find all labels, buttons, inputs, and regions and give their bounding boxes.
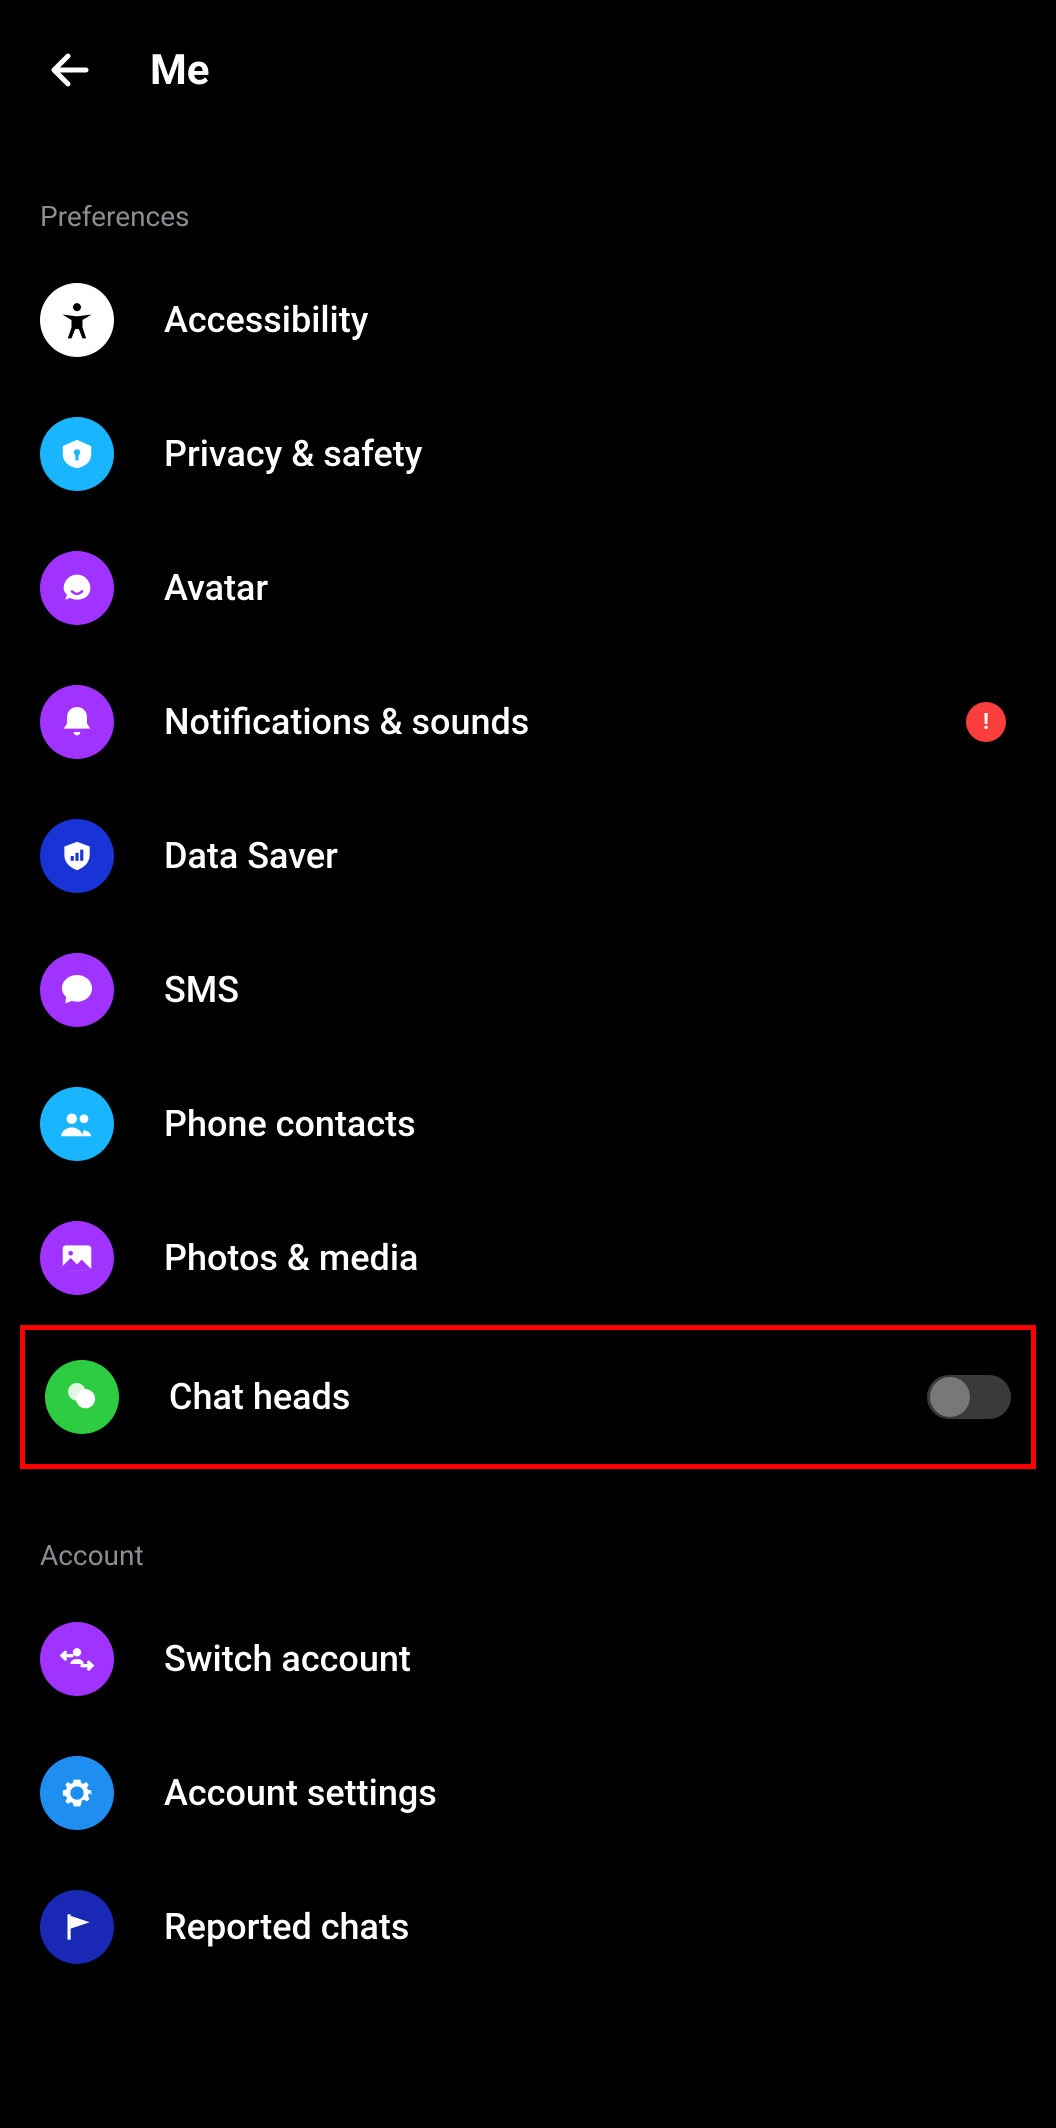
row-sms[interactable]: SMS [0, 923, 1056, 1057]
arrow-left-icon [46, 46, 94, 94]
row-label: Account settings [164, 1772, 1016, 1814]
row-reported-chats[interactable]: Reported chats [0, 1860, 1056, 1994]
header: Me [0, 0, 1056, 130]
toggle-knob [930, 1377, 970, 1417]
row-switch-account[interactable]: Switch account [0, 1592, 1056, 1726]
image-icon [40, 1221, 114, 1295]
row-label: Data Saver [164, 835, 1016, 877]
row-label: SMS [164, 969, 1016, 1011]
back-button[interactable] [40, 40, 100, 100]
shield-icon [40, 819, 114, 893]
flag-icon [40, 1890, 114, 1964]
row-label: Photos & media [164, 1237, 1016, 1279]
bell-icon [40, 685, 114, 759]
chat-heads-toggle[interactable] [927, 1375, 1011, 1419]
row-label: Notifications & sounds [164, 701, 966, 743]
highlight-chat-heads: Chat heads [20, 1325, 1036, 1469]
row-account-settings[interactable]: Account settings [0, 1726, 1056, 1860]
avatar-icon [40, 551, 114, 625]
alert-badge: ! [966, 702, 1006, 742]
row-label: Chat heads [169, 1376, 927, 1418]
switch-account-icon [40, 1622, 114, 1696]
privacy-icon [40, 417, 114, 491]
gear-icon [40, 1756, 114, 1830]
people-icon [40, 1087, 114, 1161]
section-header-account: Account [0, 1469, 1056, 1592]
row-label: Phone contacts [164, 1103, 1016, 1145]
row-accessibility[interactable]: Accessibility [0, 253, 1056, 387]
accessibility-icon [40, 283, 114, 357]
chat-bubble-icon [40, 953, 114, 1027]
section-header-preferences: Preferences [0, 130, 1056, 253]
row-avatar[interactable]: Avatar [0, 521, 1056, 655]
row-privacy[interactable]: Privacy & safety [0, 387, 1056, 521]
row-photos-media[interactable]: Photos & media [0, 1191, 1056, 1325]
row-phone-contacts[interactable]: Phone contacts [0, 1057, 1056, 1191]
chat-heads-icon [45, 1360, 119, 1434]
row-chat-heads[interactable]: Chat heads [45, 1330, 1011, 1464]
row-label: Accessibility [164, 299, 1016, 341]
row-label: Privacy & safety [164, 433, 1016, 475]
row-notifications[interactable]: Notifications & sounds ! [0, 655, 1056, 789]
row-label: Avatar [164, 567, 1016, 609]
row-label: Reported chats [164, 1906, 1016, 1948]
row-label: Switch account [164, 1638, 1016, 1680]
page-title: Me [150, 46, 209, 95]
row-data-saver[interactable]: Data Saver [0, 789, 1056, 923]
